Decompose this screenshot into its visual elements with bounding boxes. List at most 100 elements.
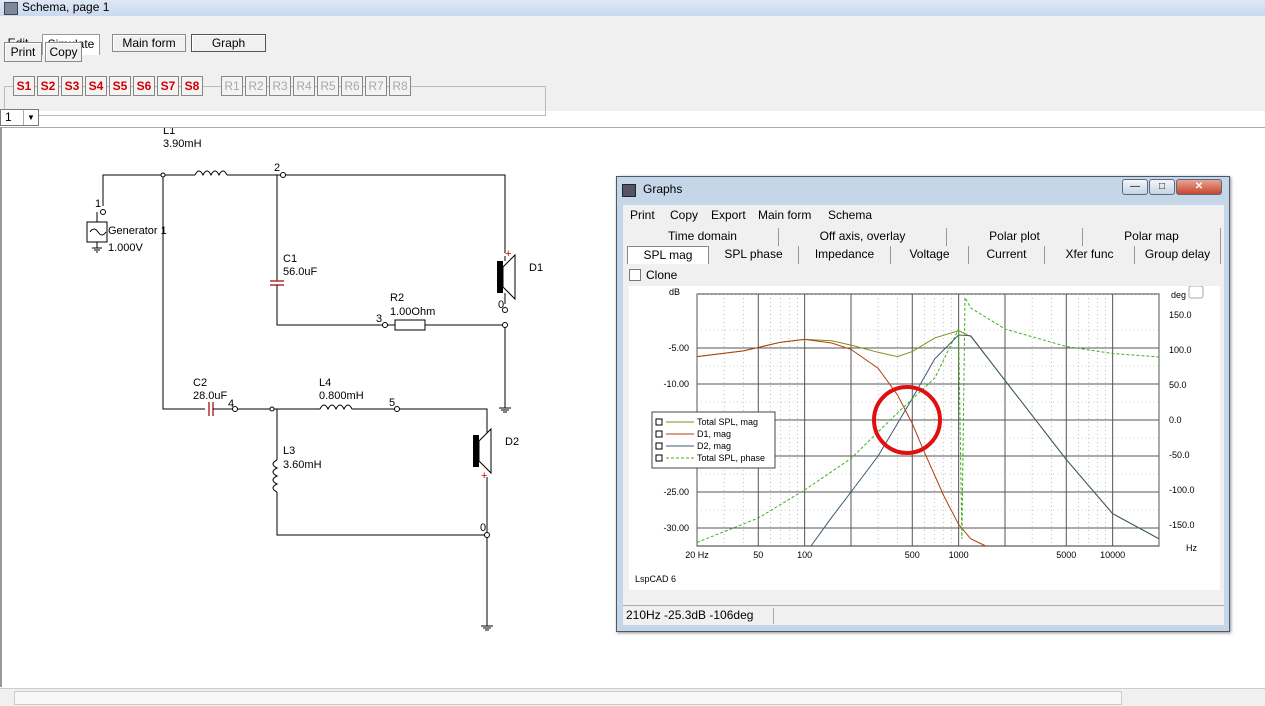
chevron-down-icon[interactable]: ▼ bbox=[23, 110, 38, 125]
ref-button-r5[interactable]: R5 bbox=[317, 76, 339, 96]
tab-time-domain[interactable]: Time domain bbox=[627, 228, 779, 246]
node-label: 4 bbox=[228, 398, 234, 410]
l4-value: 0.800mH bbox=[319, 390, 364, 402]
status-separator bbox=[773, 608, 774, 624]
print-button[interactable]: Print bbox=[4, 42, 42, 62]
y2-tick-label: 0.0 bbox=[1169, 415, 1182, 425]
d1-label: D1 bbox=[529, 262, 543, 274]
c1-value: 56.0uF bbox=[283, 266, 318, 278]
l3-value: 3.60mH bbox=[283, 459, 322, 471]
maximize-icon[interactable]: □ bbox=[1149, 179, 1175, 195]
legend-d2-mag: D2, mag bbox=[697, 441, 731, 451]
r2-value: 1.00Ohm bbox=[390, 306, 435, 318]
chart-corner-box[interactable] bbox=[1188, 285, 1204, 299]
tab-xfer-func[interactable]: Xfer func bbox=[1045, 246, 1135, 264]
graphs-menu-main-form[interactable]: Main form bbox=[758, 208, 811, 222]
legend-total-spl-phase: Total SPL, phase bbox=[697, 453, 765, 463]
sim-button-s4[interactable]: S4 bbox=[85, 76, 107, 96]
polarity-plus: + bbox=[505, 248, 511, 260]
tab-current[interactable]: Current bbox=[969, 246, 1045, 264]
sim-button-s7[interactable]: S7 bbox=[157, 76, 179, 96]
y2-tick-label: 150.0 bbox=[1169, 310, 1192, 320]
horizontal-scrollbar[interactable] bbox=[0, 688, 1265, 706]
sim-button-s1[interactable]: S1 bbox=[13, 76, 35, 96]
ref-button-r8[interactable]: R8 bbox=[389, 76, 411, 96]
inductor-l1[interactable] bbox=[194, 170, 228, 177]
node-label: 1 bbox=[95, 198, 101, 210]
chart-legend: Total SPL, mag D1, mag D2, mag Total SPL… bbox=[651, 411, 776, 469]
ref-button-r2[interactable]: R2 bbox=[245, 76, 267, 96]
copy-button[interactable]: Copy bbox=[45, 42, 82, 62]
tab-polar-map[interactable]: Polar map bbox=[1083, 228, 1221, 246]
schematic-canvas[interactable]: + + L1 3.90mH Generator 1 1.000V 1 2 3 4… bbox=[0, 128, 620, 688]
minimize-icon[interactable]: — bbox=[1122, 179, 1148, 195]
main-form-button[interactable]: Main form bbox=[112, 34, 186, 52]
ref-button-r3[interactable]: R3 bbox=[269, 76, 291, 96]
y2-axis-label: deg bbox=[1171, 290, 1186, 300]
status-readout: 210Hz -25.3dB -106deg bbox=[626, 608, 754, 622]
polarity-plus: + bbox=[481, 470, 487, 482]
sim-button-s8[interactable]: S8 bbox=[181, 76, 203, 96]
c2-value: 28.0uF bbox=[193, 390, 228, 402]
x-tick-label: 1000 bbox=[949, 550, 969, 560]
ref-button-r1[interactable]: R1 bbox=[221, 76, 243, 96]
page-select-value: 1 bbox=[5, 110, 12, 124]
ref-button-r4[interactable]: R4 bbox=[293, 76, 315, 96]
node-label: 0 bbox=[480, 522, 486, 534]
c1-name: C1 bbox=[283, 253, 297, 265]
scrollbar-thumb[interactable] bbox=[14, 691, 1122, 705]
d2-label: D2 bbox=[505, 436, 519, 448]
sine-icon bbox=[89, 228, 107, 236]
graphs-menu-copy[interactable]: Copy bbox=[670, 208, 698, 222]
x-tick-label: 10000 bbox=[1100, 550, 1125, 560]
legend-d1-mag: D1, mag bbox=[697, 429, 731, 439]
speaker-d1[interactable] bbox=[497, 253, 516, 304]
app-icon bbox=[4, 2, 18, 15]
toolbar-area: Edit Simulate Main form Graph Print Copy bbox=[0, 16, 1265, 116]
sim-button-s5[interactable]: S5 bbox=[109, 76, 131, 96]
y2-tick-label: 50.0 bbox=[1169, 380, 1187, 390]
y-tick-label: -25.00 bbox=[663, 487, 689, 497]
inductor-l3[interactable] bbox=[272, 459, 279, 493]
graph-button[interactable]: Graph bbox=[191, 34, 266, 52]
status-bar: 210Hz -25.3dB -106deg bbox=[623, 605, 1224, 626]
y2-tick-label: 100.0 bbox=[1169, 345, 1192, 355]
ref-button-r6[interactable]: R6 bbox=[341, 76, 363, 96]
y-tick-label: -10.00 bbox=[663, 379, 689, 389]
c2-name: C2 bbox=[193, 377, 207, 389]
sim-button-s3[interactable]: S3 bbox=[61, 76, 83, 96]
tab-spl-mag[interactable]: SPL mag bbox=[627, 246, 709, 264]
tab-off-axis-overlay[interactable]: Off axis, overlay bbox=[779, 228, 947, 246]
tab-group-delay[interactable]: Group delay bbox=[1135, 246, 1221, 264]
x-tick-label: 5000 bbox=[1056, 550, 1076, 560]
graphs-menu-print[interactable]: Print bbox=[630, 208, 655, 222]
x-tick-label: 500 bbox=[905, 550, 920, 560]
l4-name: L4 bbox=[319, 377, 331, 389]
plot-area[interactable]: 20 Hz 50 100 500 1000 5000 10000 -5.00 -10.00 -15… bbox=[629, 285, 1220, 590]
clone-checkbox[interactable] bbox=[629, 269, 641, 281]
x-tick-label: 20 Hz bbox=[685, 550, 709, 560]
window-title: Schema, page 1 bbox=[22, 0, 110, 14]
l1-name: L1 bbox=[163, 128, 175, 137]
tab-impedance[interactable]: Impedance bbox=[799, 246, 891, 264]
inductor-l4[interactable] bbox=[319, 404, 353, 411]
sim-button-s6[interactable]: S6 bbox=[133, 76, 155, 96]
page-select[interactable]: 1 ▼ bbox=[0, 109, 39, 126]
x-tick-label: 100 bbox=[797, 550, 812, 560]
graphs-window[interactable]: Graphs — □ ✕ Print Copy Export Main form… bbox=[616, 176, 1230, 632]
ref-button-r7[interactable]: R7 bbox=[365, 76, 387, 96]
graphs-menu-schema[interactable]: Schema bbox=[828, 208, 872, 222]
speaker-d2[interactable] bbox=[473, 427, 492, 475]
tab-polar-plot[interactable]: Polar plot bbox=[947, 228, 1083, 246]
tab-spl-phase[interactable]: SPL phase bbox=[709, 246, 799, 264]
generator-name: Generator 1 bbox=[108, 225, 167, 237]
graphs-icon bbox=[622, 184, 636, 197]
resistor-r2[interactable] bbox=[394, 319, 426, 331]
close-icon[interactable]: ✕ bbox=[1176, 179, 1222, 195]
graphs-menu-export[interactable]: Export bbox=[711, 208, 746, 222]
sim-button-s2[interactable]: S2 bbox=[37, 76, 59, 96]
tab-voltage[interactable]: Voltage bbox=[891, 246, 969, 264]
spl-chart[interactable]: 20 Hz 50 100 500 1000 5000 10000 -5.00 -10.00 -15… bbox=[629, 285, 1220, 590]
legend-total-spl-mag: Total SPL, mag bbox=[697, 417, 758, 427]
y-tick-label: -30.00 bbox=[663, 523, 689, 533]
